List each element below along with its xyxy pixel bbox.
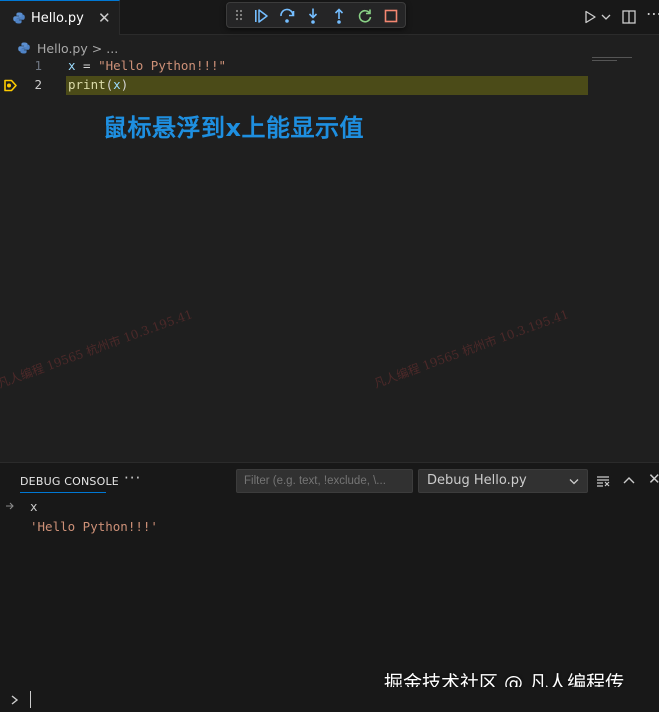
token-string: "Hello Python!!!" xyxy=(98,58,227,73)
grip-icon[interactable] xyxy=(234,8,244,22)
debug-session-select[interactable]: Debug Hello.py xyxy=(418,469,588,493)
step-over-icon[interactable] xyxy=(278,7,296,25)
breadcrumb: Hello.py > ... xyxy=(18,38,118,58)
input-echo-arrow-icon xyxy=(6,502,14,510)
step-into-icon[interactable] xyxy=(304,7,322,25)
token-variable[interactable]: x xyxy=(113,77,121,92)
breadcrumb-file[interactable]: Hello.py xyxy=(37,41,88,56)
console-output: 'Hello Python!!!' xyxy=(30,519,158,534)
continue-icon[interactable] xyxy=(252,7,270,25)
stop-icon[interactable] xyxy=(382,7,400,25)
filter-input[interactable] xyxy=(236,469,413,493)
session-label: Debug Hello.py xyxy=(427,473,527,488)
watermark: 凡人编程 19565 杭州市 10.3.195.41 xyxy=(0,307,195,391)
console-input-row[interactable] xyxy=(0,687,659,712)
token-operator: = xyxy=(75,58,99,73)
editor-tab-bar: Hello.py ✕ ⋯ xyxy=(0,0,659,35)
chevron-down-icon xyxy=(569,479,579,485)
console-input-echo: x xyxy=(30,499,38,514)
line-number: 2 xyxy=(34,77,42,92)
hover-annotation: 鼠标悬浮到x上能显示值 xyxy=(103,114,364,142)
code-line-2-current[interactable]: 2 print(x) xyxy=(0,76,659,95)
line-number: 1 xyxy=(34,58,42,73)
code-text: x = "Hello Python!!!" xyxy=(68,58,226,73)
breadcrumb-rest[interactable]: ... xyxy=(106,41,118,56)
debug-stackframe-arrow-icon[interactable] xyxy=(3,78,18,93)
python-file-icon xyxy=(13,12,25,24)
breadcrumb-separator: > xyxy=(91,40,103,56)
tab-label: Hello.py xyxy=(31,11,84,26)
tab-debug-console[interactable]: DEBUG CONSOLE xyxy=(20,475,119,488)
debug-toolbar xyxy=(226,2,406,28)
split-editor-icon[interactable] xyxy=(622,10,636,24)
token-function[interactable]: print xyxy=(68,77,106,92)
token-paren: ) xyxy=(120,77,129,92)
more-actions-icon[interactable]: ⋯ xyxy=(646,4,659,23)
active-tab-indicator xyxy=(20,492,106,493)
restart-icon[interactable] xyxy=(356,7,374,25)
token-variable[interactable]: x xyxy=(68,58,76,73)
panel-more-icon[interactable]: ··· xyxy=(124,469,141,487)
chevron-right-icon xyxy=(11,695,19,705)
run-icon[interactable] xyxy=(583,10,597,24)
python-file-icon xyxy=(18,42,30,54)
watermark: 凡人编程 19565 杭州市 10.3.195.41 xyxy=(371,307,571,391)
tab-hello-py[interactable]: Hello.py ✕ xyxy=(0,0,120,35)
chevron-down-icon[interactable] xyxy=(601,13,611,21)
code-text: print(x) xyxy=(68,77,128,92)
code-line-1[interactable]: 1 x = "Hello Python!!!" xyxy=(0,57,659,76)
clear-console-icon[interactable] xyxy=(596,475,610,487)
tab-close-icon[interactable]: ✕ xyxy=(98,9,111,27)
text-cursor xyxy=(30,691,31,708)
current-line-highlight xyxy=(66,76,588,95)
step-out-icon[interactable] xyxy=(330,7,348,25)
close-panel-icon[interactable]: ✕ xyxy=(648,470,659,488)
chevron-up-icon[interactable] xyxy=(623,476,635,484)
